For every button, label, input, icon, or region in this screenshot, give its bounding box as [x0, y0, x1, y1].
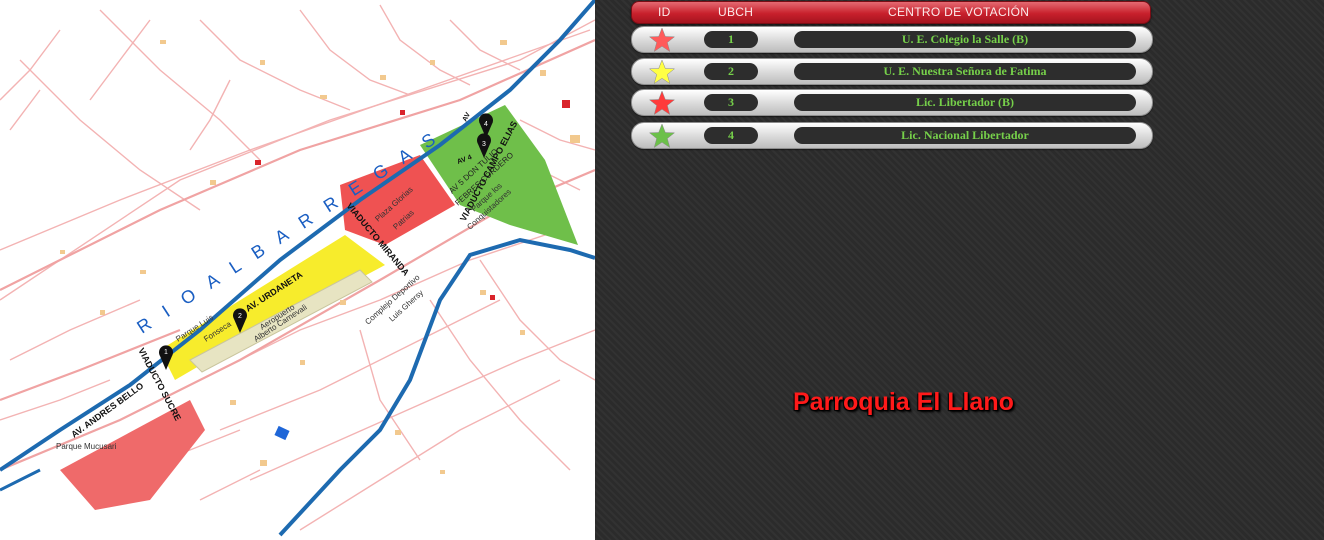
- star-icon: [648, 27, 676, 53]
- info-panel: ID UBCH CENTRO DE VOTACIÓN 1 U. E. Coleg…: [595, 0, 1324, 540]
- centro-name: U. E. Colegio la Salle (B): [794, 31, 1136, 48]
- centro-name: Lic. Libertador (B): [794, 94, 1136, 111]
- label-parque-mucusari: Parque Mucusari: [56, 442, 117, 451]
- ubch-number: 3: [704, 94, 758, 111]
- header-ubch: UBCH: [718, 5, 754, 19]
- centro-name: Lic. Nacional Libertador: [794, 127, 1136, 144]
- map-canvas[interactable]: R I O A L B A R R E G A S VIADUCTO CAMPO…: [0, 0, 595, 540]
- header-id: ID: [658, 5, 671, 19]
- main-roads: [0, 38, 595, 472]
- ubch-number: 1: [704, 31, 758, 48]
- marker-3-label: 3: [482, 141, 486, 148]
- table-row[interactable]: 1 U. E. Colegio la Salle (B): [631, 26, 1153, 53]
- star-icon: [648, 90, 676, 116]
- map-panel[interactable]: R I O A L B A R R E G A S VIADUCTO CAMPO…: [0, 0, 595, 540]
- centro-name: U. E. Nuestra Señora de Fatima: [794, 63, 1136, 80]
- table-row[interactable]: 2 U. E. Nuestra Señora de Fatima: [631, 58, 1153, 85]
- zone-green: [420, 105, 578, 245]
- star-icon: [648, 123, 676, 149]
- table-header: ID UBCH CENTRO DE VOTACIÓN: [631, 1, 1151, 24]
- marker-4-label: 4: [484, 121, 488, 128]
- table-row[interactable]: 3 Lic. Libertador (B): [631, 89, 1153, 116]
- star-icon: [648, 59, 676, 85]
- header-centro: CENTRO DE VOTACIÓN: [888, 5, 1030, 19]
- table-row[interactable]: 4 Lic. Nacional Libertador: [631, 122, 1153, 149]
- pool-blue: [274, 425, 290, 441]
- ubch-number: 4: [704, 127, 758, 144]
- parroquia-title: Parroquia El Llano: [793, 388, 1014, 416]
- marker-2-label: 2: [238, 313, 242, 320]
- marker-1-label: 1: [164, 349, 168, 356]
- ubch-number: 2: [704, 63, 758, 80]
- river-branch: [0, 468, 41, 492]
